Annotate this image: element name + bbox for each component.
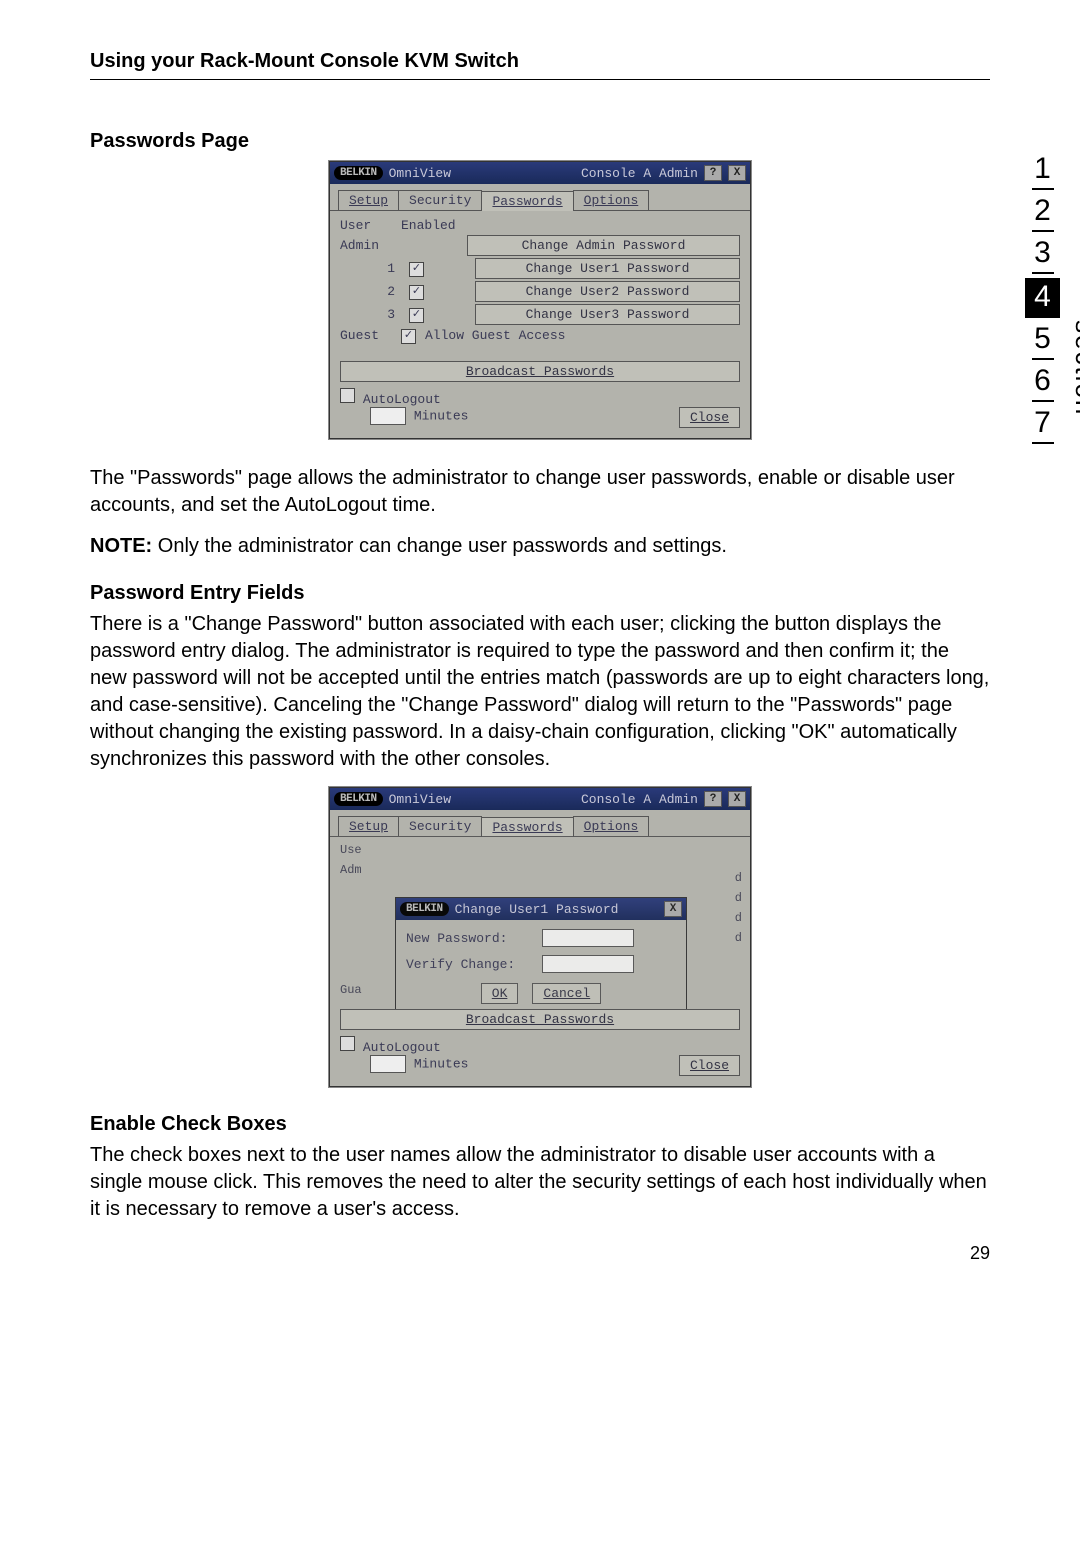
section-nav-7[interactable]: 7 <box>1025 404 1060 446</box>
bg-gua-label: Gua <box>340 983 362 997</box>
guest-enabled-checkbox[interactable] <box>401 329 416 344</box>
close-icon-2[interactable]: X <box>728 791 746 807</box>
ok-button[interactable]: OK <box>481 983 519 1004</box>
row-guest-label: Guest <box>340 328 395 343</box>
section-label: section <box>1069 320 1080 416</box>
help-icon-2[interactable]: ? <box>704 791 722 807</box>
note-label: NOTE: <box>90 535 152 557</box>
close-button-2[interactable]: Close <box>679 1055 740 1076</box>
section-nav-2[interactable]: 2 <box>1025 192 1060 234</box>
help-icon[interactable]: ? <box>704 165 722 181</box>
tab-setup[interactable]: Setup <box>338 190 399 210</box>
console-label: Console A Admin <box>581 166 698 181</box>
bg-adm-label: Adm <box>340 863 740 877</box>
bg-use-label: Use <box>340 843 740 857</box>
page-number: 29 <box>90 1243 990 1264</box>
autologout-label-2: AutoLogout <box>363 1040 441 1055</box>
close-button[interactable]: Close <box>679 407 740 428</box>
new-password-input[interactable] <box>542 929 634 947</box>
product-name: OmniView <box>389 166 451 181</box>
osd-change-password-window: BELKIN OmniView Console A Admin ? X Setu… <box>329 787 751 1087</box>
tab-security-2[interactable]: Security <box>398 816 482 836</box>
close-icon[interactable]: X <box>728 165 746 181</box>
col-header-enabled: Enabled <box>401 218 461 233</box>
modal-title: Change User1 Password <box>455 902 619 917</box>
tab-setup-2[interactable]: Setup <box>338 816 399 836</box>
console-label-2: Console A Admin <box>581 792 698 807</box>
paragraph-enable-check-boxes: The check boxes next to the user names a… <box>90 1142 990 1223</box>
heading-passwords-page: Passwords Page <box>90 130 990 153</box>
verify-change-label: Verify Change: <box>406 957 536 972</box>
change-user1-password-button[interactable]: Change User1 Password <box>475 258 740 279</box>
section-nav-5[interactable]: 5 <box>1025 320 1060 362</box>
change-admin-password-button[interactable]: Change Admin Password <box>467 235 740 256</box>
section-sidebar: 1 2 3 4 5 6 7 section <box>1025 150 1060 446</box>
broadcast-passwords-button[interactable]: Broadcast Passwords <box>340 361 740 382</box>
osd-titlebar-2: BELKIN OmniView Console A Admin ? X <box>330 788 750 810</box>
tab-passwords-2[interactable]: Passwords <box>481 817 573 837</box>
col-header-user: User <box>340 218 395 233</box>
brand-logo: BELKIN <box>334 166 383 180</box>
bg-d4: d <box>735 931 742 945</box>
note-text: Only the administrator can change user p… <box>152 535 727 557</box>
row-user3-label: 3 <box>340 307 403 322</box>
brand-logo-2: BELKIN <box>334 792 383 806</box>
header-rule <box>90 79 990 80</box>
user3-enabled-checkbox[interactable] <box>409 308 424 323</box>
user1-enabled-checkbox[interactable] <box>409 262 424 277</box>
broadcast-passwords-button-2[interactable]: Broadcast Passwords <box>340 1009 740 1030</box>
autologout-minutes-input-2[interactable] <box>370 1055 406 1073</box>
change-password-modal: BELKIN Change User1 Password X New Passw… <box>395 897 687 1014</box>
autologout-checkbox[interactable] <box>340 388 355 403</box>
user2-enabled-checkbox[interactable] <box>409 285 424 300</box>
note-line: NOTE: Only the administrator can change … <box>90 533 990 560</box>
minutes-label-2: Minutes <box>414 1056 469 1071</box>
autologout-minutes-input[interactable] <box>370 407 406 425</box>
product-name-2: OmniView <box>389 792 451 807</box>
section-nav-6[interactable]: 6 <box>1025 362 1060 404</box>
cancel-button[interactable]: Cancel <box>532 983 601 1004</box>
heading-password-entry-fields: Password Entry Fields <box>90 582 990 605</box>
paragraph-passwords-intro: The "Passwords" page allows the administ… <box>90 465 990 519</box>
section-nav-1[interactable]: 1 <box>1025 150 1060 192</box>
modal-brand-logo: BELKIN <box>400 902 449 916</box>
paragraph-password-entry: There is a "Change Password" button asso… <box>90 611 990 773</box>
bg-d3: d <box>735 911 742 925</box>
change-user3-password-button[interactable]: Change User3 Password <box>475 304 740 325</box>
allow-guest-access-label: Allow Guest Access <box>425 328 565 343</box>
bg-d1: d <box>735 871 742 885</box>
tab-options[interactable]: Options <box>573 190 650 210</box>
tab-options-2[interactable]: Options <box>573 816 650 836</box>
tab-security[interactable]: Security <box>398 190 482 210</box>
osd-titlebar: BELKIN OmniView Console A Admin ? X <box>330 162 750 184</box>
modal-close-icon[interactable]: X <box>664 901 682 917</box>
page-header: Using your Rack-Mount Console KVM Switch <box>90 50 990 73</box>
heading-enable-check-boxes: Enable Check Boxes <box>90 1113 990 1136</box>
new-password-label: New Password: <box>406 931 536 946</box>
modal-titlebar: BELKIN Change User1 Password X <box>396 898 686 920</box>
tab-passwords[interactable]: Passwords <box>481 191 573 211</box>
row-user1-label: 1 <box>340 261 403 276</box>
change-user2-password-button[interactable]: Change User2 Password <box>475 281 740 302</box>
row-user2-label: 2 <box>340 284 403 299</box>
verify-change-input[interactable] <box>542 955 634 973</box>
bg-d2: d <box>735 891 742 905</box>
minutes-label: Minutes <box>414 408 469 423</box>
autologout-label: AutoLogout <box>363 392 441 407</box>
osd-passwords-window: BELKIN OmniView Console A Admin ? X Setu… <box>329 161 751 439</box>
osd-tabs: Setup Security Passwords Options <box>330 184 750 210</box>
osd-tabs-2: Setup Security Passwords Options <box>330 810 750 836</box>
section-nav-4[interactable]: 4 <box>1025 278 1060 318</box>
autologout-checkbox-2[interactable] <box>340 1036 355 1051</box>
section-nav-3[interactable]: 3 <box>1025 234 1060 276</box>
row-admin-label: Admin <box>340 238 395 253</box>
